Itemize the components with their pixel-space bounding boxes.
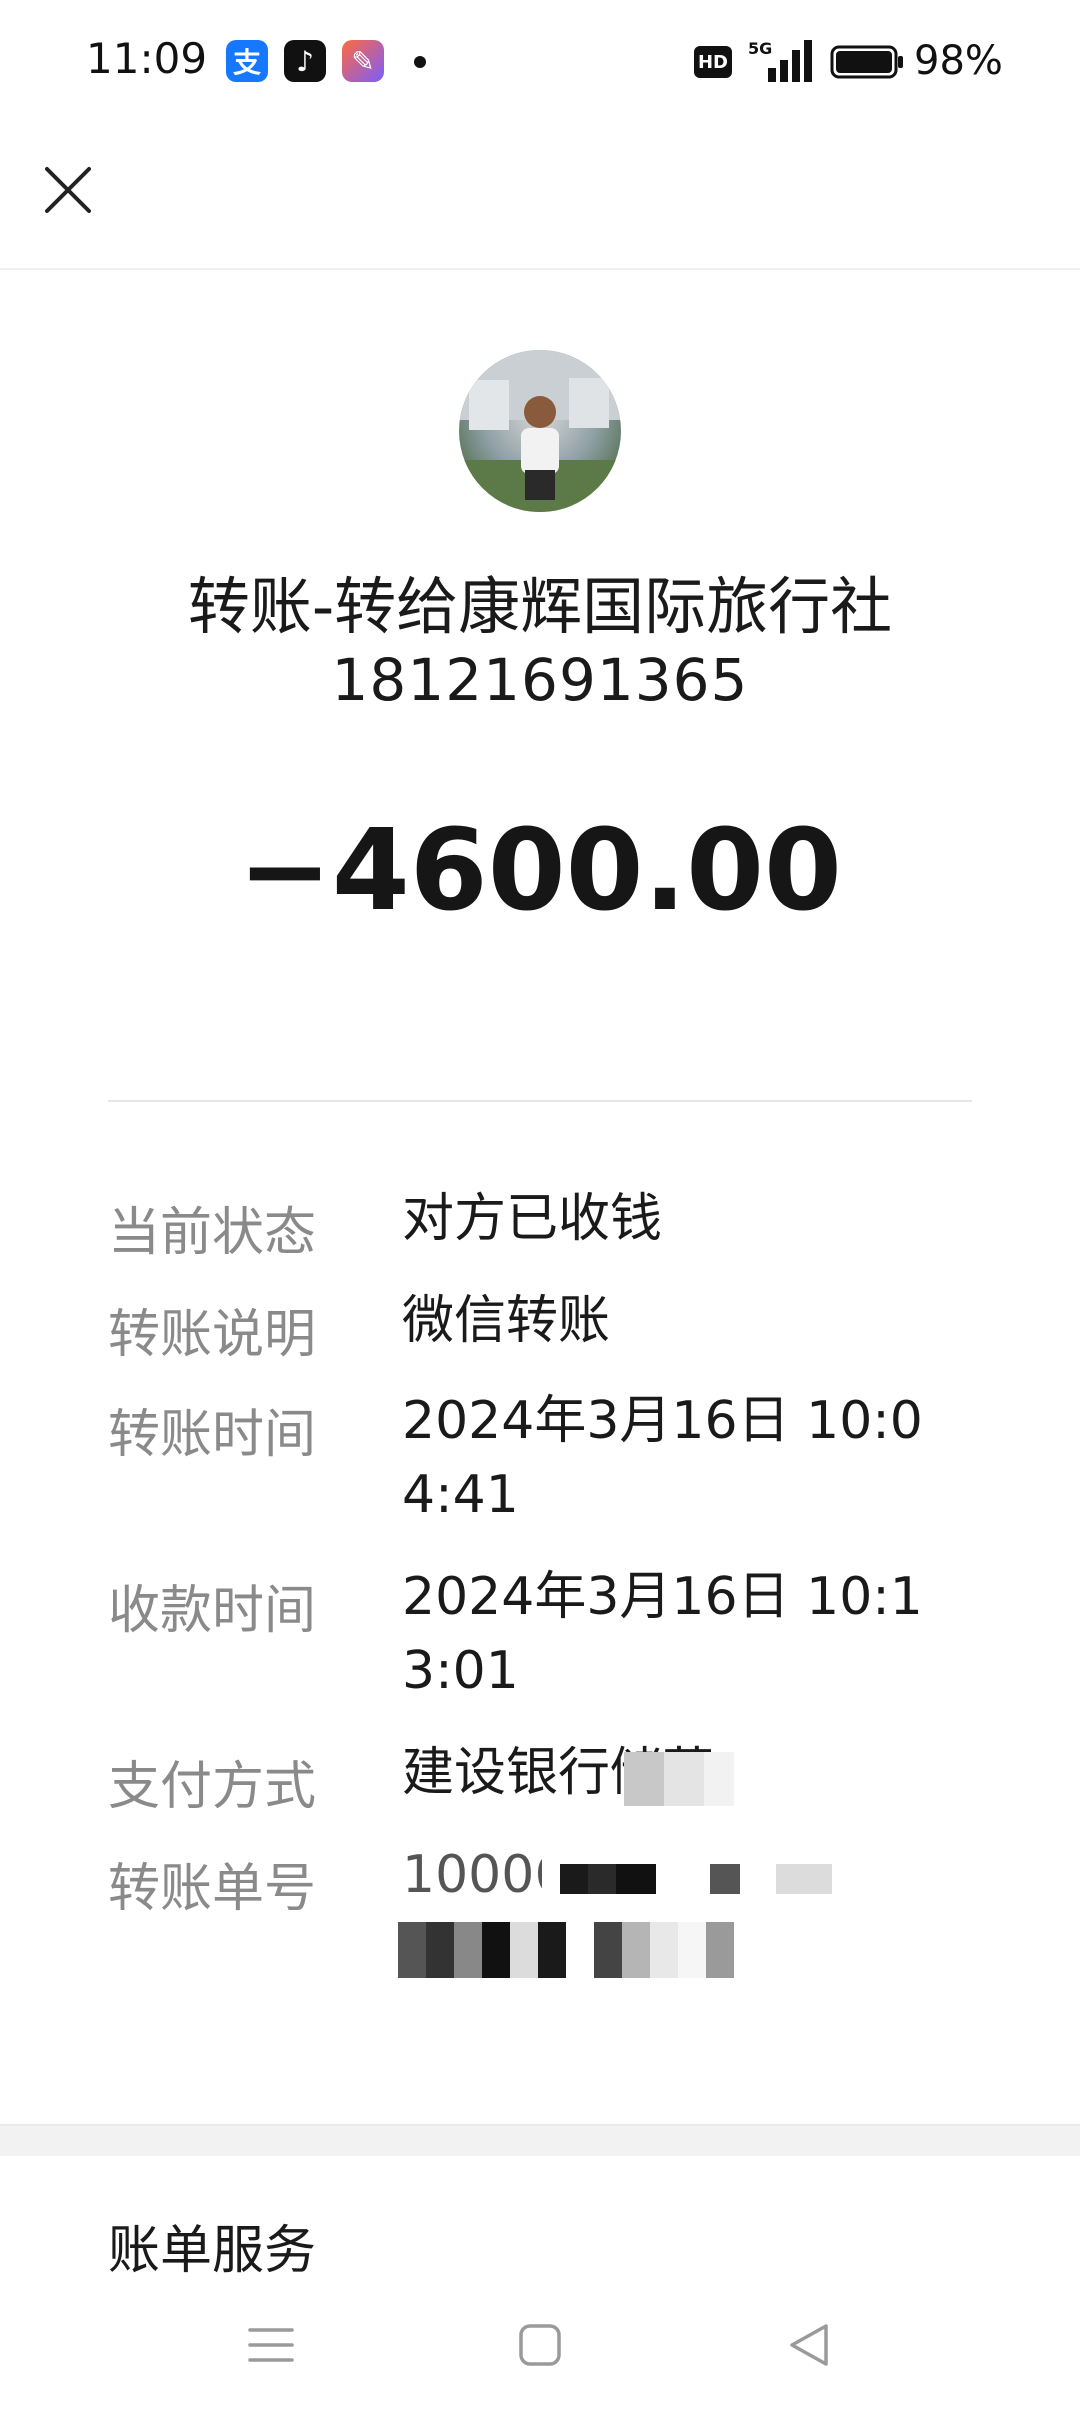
section-separator xyxy=(0,2124,1080,2156)
system-nav-bar xyxy=(0,2280,1080,2412)
close-icon xyxy=(45,167,91,213)
page-title: 转账-转给康辉国际旅行社 xyxy=(187,570,893,643)
transfer-time-value: 2024年3月16日 10:04:41 xyxy=(402,1391,923,1525)
close-button[interactable] xyxy=(36,158,100,222)
receive-time-label: 收款时间 xyxy=(108,1581,317,1641)
home-icon xyxy=(519,2324,561,2366)
redacted-block xyxy=(398,1922,734,1978)
hd-badge: HD xyxy=(694,46,732,78)
network-label: 5G xyxy=(748,39,772,58)
status-value: 对方已收钱 xyxy=(402,1189,663,1249)
battery-percent: 98% xyxy=(914,38,1003,84)
top-nav xyxy=(0,120,1080,270)
recipient-phone: 18121691365 xyxy=(331,646,749,714)
transfer-time-label: 转账时间 xyxy=(108,1405,317,1465)
menu-icon xyxy=(248,2328,294,2362)
app-notification-icon: ✎ xyxy=(342,40,384,82)
avatar xyxy=(459,350,621,512)
redacted-block xyxy=(624,1752,734,1806)
payment-method-label: 支付方式 xyxy=(108,1757,317,1817)
status-label: 当前状态 xyxy=(108,1203,317,1263)
status-bar: 11:09 支 ♪ ✎ HD 5G 98% xyxy=(0,0,1080,120)
tiktok-icon: ♪ xyxy=(284,40,326,82)
order-number-value: 10006 xyxy=(402,1845,542,1905)
redacted-block xyxy=(560,1864,832,1894)
memo-label: 转账说明 xyxy=(108,1305,317,1365)
order-number-label: 转账单号 xyxy=(108,1859,317,1919)
receive-time-value: 2024年3月16日 10:13:01 xyxy=(402,1567,923,1701)
notification-dot-icon xyxy=(414,56,426,68)
menu-button[interactable] xyxy=(236,2310,306,2380)
alipay-icon: 支 xyxy=(226,40,268,82)
avatar-photo xyxy=(459,350,621,512)
divider xyxy=(108,1100,972,1102)
bill-service-link[interactable]: 账单服务 xyxy=(108,2208,316,2283)
home-button[interactable] xyxy=(505,2310,575,2380)
status-time: 11:09 xyxy=(86,34,208,83)
signal-icon: 5G xyxy=(748,39,812,82)
transfer-amount: −4600.00 xyxy=(238,806,842,936)
battery-icon xyxy=(830,45,903,79)
back-button[interactable] xyxy=(774,2310,844,2380)
back-icon xyxy=(790,2324,828,2366)
memo-value: 微信转账 xyxy=(402,1291,611,1351)
